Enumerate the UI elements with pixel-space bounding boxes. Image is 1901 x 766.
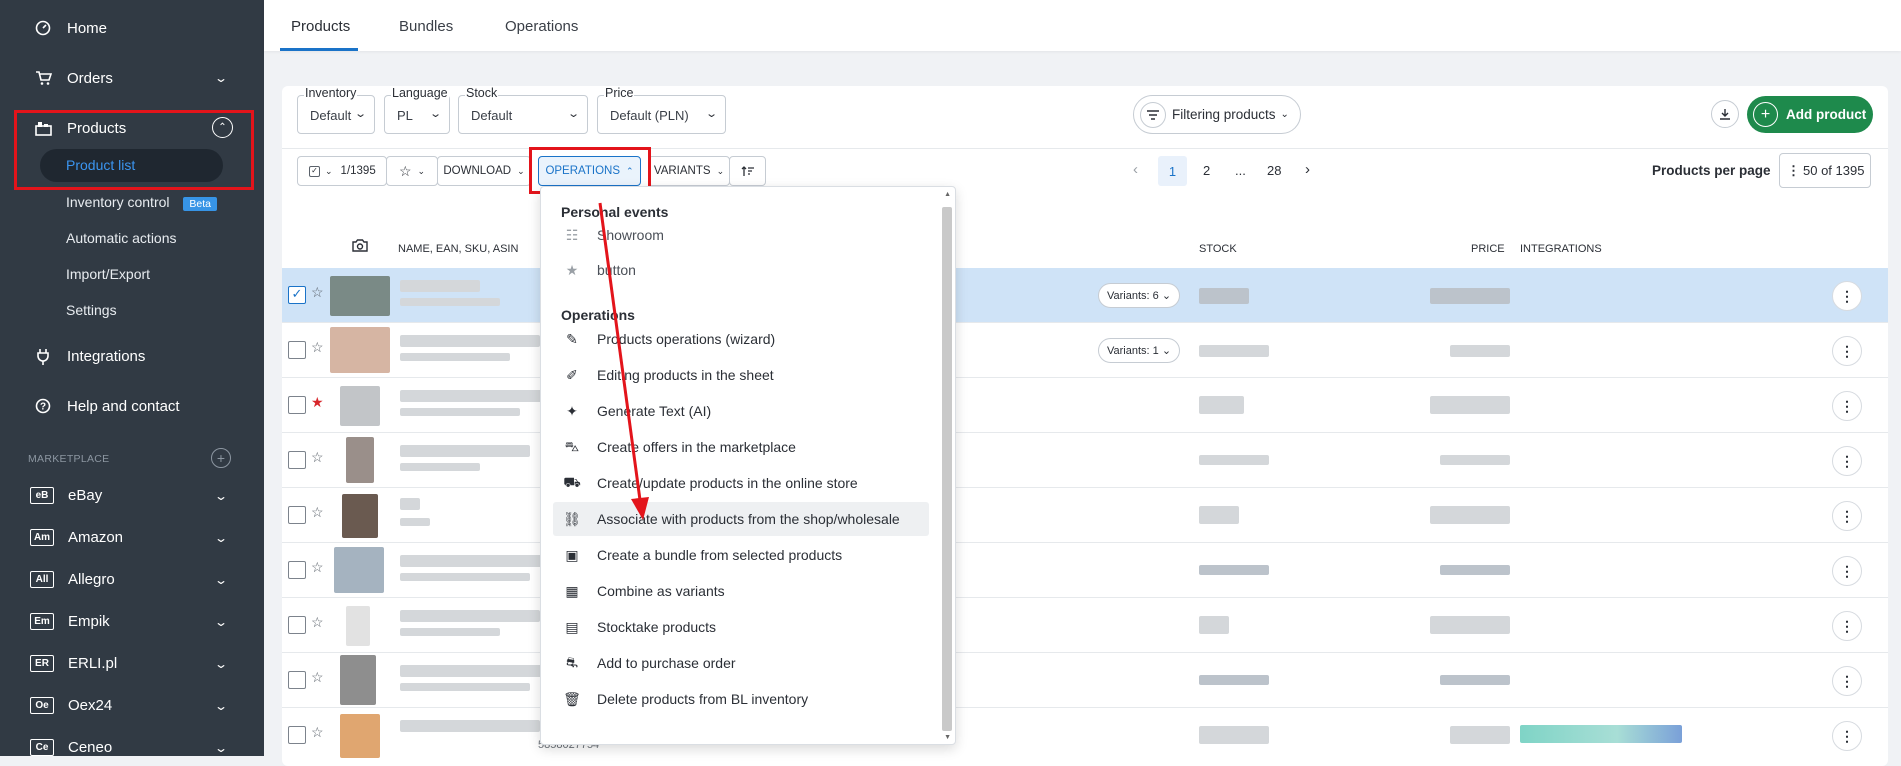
annotation-arrow: [598, 202, 649, 520]
